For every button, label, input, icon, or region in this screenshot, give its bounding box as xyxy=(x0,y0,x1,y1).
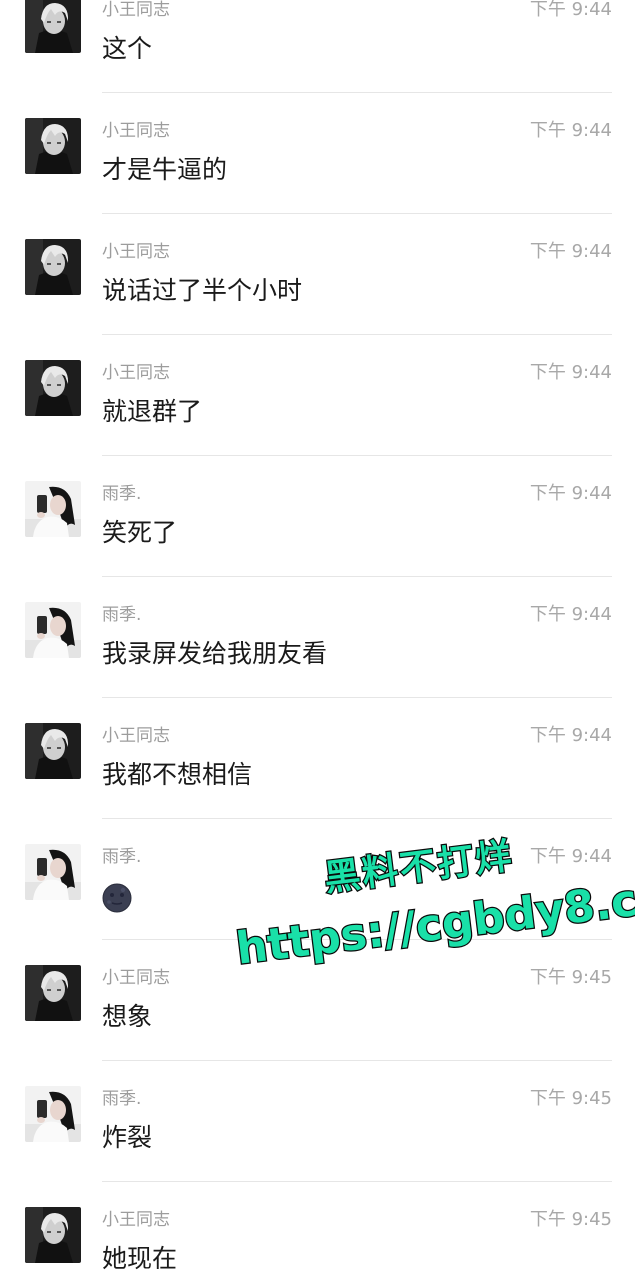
message-text: 想象 xyxy=(102,1002,153,1031)
avatar[interactable] xyxy=(25,602,81,658)
sender-name: 小王同志 xyxy=(102,968,170,988)
message-time: 下午 9:44 xyxy=(529,846,612,867)
sender-name: 小王同志 xyxy=(102,242,170,262)
message-time: 下午 9:45 xyxy=(529,967,612,988)
message-text: 说话过了半个小时 xyxy=(102,276,303,305)
avatar[interactable] xyxy=(25,360,81,416)
message-item[interactable]: 小王同志 下午 9:44 就退群了 xyxy=(0,335,639,456)
message-item[interactable]: 雨季. 下午 9:44 我录屏发给我朋友看 xyxy=(0,577,639,698)
message-item[interactable]: 雨季. 下午 9:44 笑死了 xyxy=(0,456,639,577)
sender-name: 雨季. xyxy=(102,1089,142,1109)
moon-face-emoji-icon xyxy=(102,883,132,913)
avatar[interactable] xyxy=(25,118,81,174)
sender-name: 雨季. xyxy=(102,484,142,504)
message-time: 下午 9:44 xyxy=(529,241,612,262)
chat-history-page: 小王同志 下午 9:44 这个 小王同志 下午 9:44 才是牛逼的 小王同志 下午 9:… xyxy=(0,0,639,1280)
message-time: 下午 9:44 xyxy=(529,604,612,625)
message-item[interactable]: 小王同志 下午 9:44 说话过了半个小时 xyxy=(0,214,639,335)
message-time: 下午 9:44 xyxy=(529,362,612,383)
sender-name: 雨季. xyxy=(102,605,142,625)
message-text: 笑死了 xyxy=(102,518,178,547)
sender-name: 小王同志 xyxy=(102,0,170,20)
message-item[interactable]: 小王同志 下午 9:44 这个 xyxy=(0,0,639,93)
message-item[interactable]: 小王同志 下午 9:45 想象 xyxy=(0,940,639,1061)
message-time: 下午 9:45 xyxy=(529,1088,612,1109)
sender-name: 小王同志 xyxy=(102,121,170,141)
message-item[interactable]: 雨季. 下午 9:44 xyxy=(0,819,639,940)
sender-name: 小王同志 xyxy=(102,726,170,746)
avatar[interactable] xyxy=(25,239,81,295)
avatar[interactable] xyxy=(25,844,81,900)
avatar[interactable] xyxy=(25,481,81,537)
message-text: 炸裂 xyxy=(102,1123,153,1152)
message-time: 下午 9:44 xyxy=(529,483,612,504)
avatar[interactable] xyxy=(25,1086,81,1142)
message-text: 我录屏发给我朋友看 xyxy=(102,639,328,668)
message-text: 才是牛逼的 xyxy=(102,155,228,184)
message-item[interactable]: 小王同志 下午 9:44 我都不想相信 xyxy=(0,698,639,819)
message-text: 我都不想相信 xyxy=(102,760,253,789)
message-list[interactable]: 小王同志 下午 9:44 这个 小王同志 下午 9:44 才是牛逼的 小王同志 下午 9:… xyxy=(0,0,639,1280)
message-item[interactable]: 小王同志 下午 9:44 才是牛逼的 xyxy=(0,93,639,214)
message-time: 下午 9:44 xyxy=(529,725,612,746)
sender-name: 小王同志 xyxy=(102,1210,170,1230)
sender-name: 雨季. xyxy=(102,847,142,867)
message-item[interactable]: 雨季. 下午 9:45 炸裂 xyxy=(0,1061,639,1182)
avatar[interactable] xyxy=(25,723,81,779)
avatar[interactable] xyxy=(25,0,81,53)
avatar[interactable] xyxy=(25,1207,81,1263)
avatar[interactable] xyxy=(25,965,81,1021)
message-time: 下午 9:45 xyxy=(529,1209,612,1230)
message-text: 她现在 xyxy=(102,1244,178,1273)
message-time: 下午 9:44 xyxy=(529,120,612,141)
message-item[interactable]: 小王同志 下午 9:45 她现在 xyxy=(0,1182,639,1280)
message-text: 这个 xyxy=(102,34,153,63)
message-text: 就退群了 xyxy=(102,397,203,426)
message-time: 下午 9:44 xyxy=(529,0,612,20)
sender-name: 小王同志 xyxy=(102,363,170,383)
